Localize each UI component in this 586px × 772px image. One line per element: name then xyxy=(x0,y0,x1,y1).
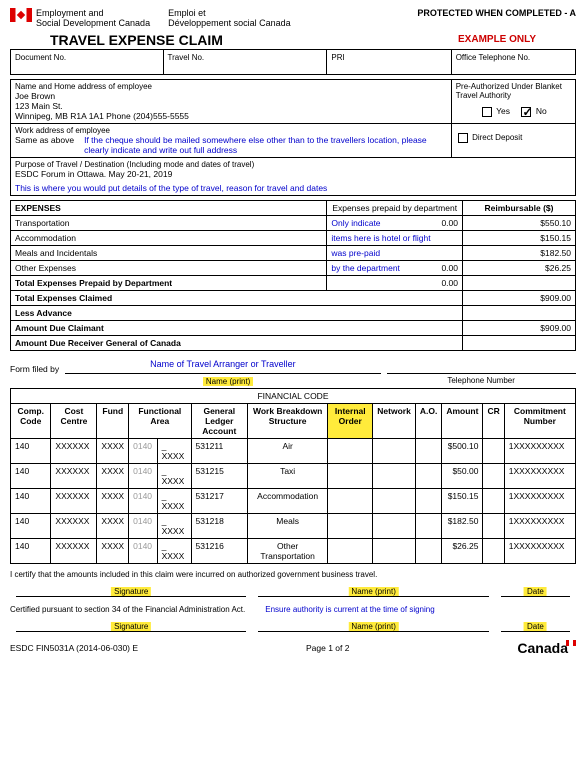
col-wbs: Work Breakdown Structure xyxy=(248,404,328,439)
fin-row: 140XXXXXXXXXX0140_ XXXX531215Taxi$50.001… xyxy=(11,464,576,489)
top-fields: Document No. Travel No. PRI Office Telep… xyxy=(10,49,576,75)
purpose-text: ESDC Forum in Ottawa. May 20-21, 2019 xyxy=(15,169,571,179)
exp-reimb-3: $26.25 xyxy=(462,261,575,276)
emp-name: Joe Brown xyxy=(15,91,447,101)
col-io: Internal Order xyxy=(328,404,373,439)
dd-label: Direct Deposit xyxy=(472,133,522,142)
fin-row: 140XXXXXXXXXX0140_ XXXX531216Other Trans… xyxy=(11,539,576,564)
fin-row: 140XXXXXXXXXX0140_ XXXX531211Air$500.101… xyxy=(11,439,576,464)
col-comp: Comp. Code xyxy=(11,404,51,439)
total-claimed-label: Total Expenses Claimed xyxy=(11,291,463,306)
cert-text: I certify that the amounts included in t… xyxy=(10,570,576,579)
office-tel-label: Office Telephone No. xyxy=(456,53,530,62)
date-2: Date xyxy=(524,622,547,631)
exp-header2: Expenses prepaid by department xyxy=(327,201,463,216)
total-prepaid: 0.00 xyxy=(327,276,463,291)
expenses-table: EXPENSES Expenses prepaid by department … xyxy=(10,200,576,351)
less-advance: Less Advance xyxy=(11,306,463,321)
footer: ESDC FIN5031A (2014-06-030) E Page 1 of … xyxy=(10,640,576,656)
dept-fr-2: Développement social Canada xyxy=(168,18,291,28)
protected-label: PROTECTED WHEN COMPLETED - A xyxy=(417,8,576,18)
exp-row-0: Transportation xyxy=(11,216,327,231)
amt-due-claimant: $909.00 xyxy=(462,321,575,336)
no-checkbox[interactable] xyxy=(521,107,531,117)
dept-en-1: Employment and xyxy=(36,8,150,18)
doc-no-label: Document No. xyxy=(15,53,66,62)
amt-due-rgc: Amount Due Receiver General of Canada xyxy=(11,336,463,351)
cert-row-2: Signature Name (print) Date xyxy=(10,620,576,632)
sig-1: Signature xyxy=(111,587,151,596)
exp-note1: Only indicate xyxy=(331,218,380,228)
col-cn: Commitment Number xyxy=(504,404,575,439)
canada-flag-mini-icon xyxy=(566,640,576,646)
exp-header3: Reimbursable ($) xyxy=(462,201,575,216)
name-1: Name (print) xyxy=(348,587,398,596)
exp-reimb-1: $150.15 xyxy=(462,231,575,246)
purpose-note: This is where you would put details of t… xyxy=(15,183,571,193)
filed-label: Form filed by xyxy=(10,364,59,374)
fin-row: 140XXXXXXXXXX0140_ XXXX531218Meals$182.5… xyxy=(11,514,576,539)
work-same: Same as above xyxy=(15,135,74,155)
col-cost: Cost Centre xyxy=(51,404,97,439)
dd-checkbox[interactable] xyxy=(458,133,468,143)
col-gl: General Ledger Account xyxy=(191,404,248,439)
filed-note: Name of Travel Arranger or Traveller xyxy=(65,359,381,369)
work-label: Work address of employee xyxy=(15,126,447,135)
cert-row-1: Signature Name (print) Date xyxy=(10,585,576,597)
col-net: Network xyxy=(373,404,416,439)
exp-row-1: Accommodation xyxy=(11,231,327,246)
filed-name-print: Name (print) xyxy=(203,377,253,386)
fin-header: FINANCIAL CODE xyxy=(11,389,576,404)
exp-note3: was pre-paid xyxy=(331,248,380,258)
col-fa: Functional Area xyxy=(129,404,191,439)
canada-flag-icon xyxy=(10,8,32,22)
emp-addr2: Winnipeg, MB R1A 1A1 Phone (204)555-5555 xyxy=(15,111,447,121)
financial-table: FINANCIAL CODE Comp. Code Cost Centre Fu… xyxy=(10,388,576,564)
exp-header1: EXPENSES xyxy=(11,201,327,216)
exp-note2: items here is hotel or flight xyxy=(331,233,430,243)
total-prepaid-label: Total Expenses Prepaid by Department xyxy=(11,276,327,291)
date-1: Date xyxy=(524,587,547,596)
preauth-label: Pre-Authorized Under Blanket Travel Auth… xyxy=(456,82,571,100)
employee-block: Name and Home address of employee Joe Br… xyxy=(10,79,576,196)
sig-2: Signature xyxy=(111,622,151,631)
purpose-label: Purpose of Travel / Destination (Includi… xyxy=(15,160,571,169)
filed-tel: Telephone Number xyxy=(386,376,576,386)
col-ao: A.O. xyxy=(415,404,441,439)
exp-note4: by the department xyxy=(331,263,400,273)
dept-fr-1: Emploi et xyxy=(168,8,291,18)
page-number: Page 1 of 2 xyxy=(306,643,349,653)
travel-no-label: Travel No. xyxy=(168,53,205,62)
sec34: Certified pursuant to section 34 of the … xyxy=(10,605,245,614)
exp-reimb-2: $182.50 xyxy=(462,246,575,261)
emp-addr1: 123 Main St. xyxy=(15,101,447,111)
exp-reimb-0: $550.10 xyxy=(462,216,575,231)
work-note: If the cheque should be mailed somewhere… xyxy=(84,135,447,155)
auth-note: Ensure authority is current at the time … xyxy=(265,605,434,614)
form-filed-by: Form filed by Name of Travel Arranger or… xyxy=(10,359,576,374)
yes-checkbox[interactable] xyxy=(482,107,492,117)
col-fund: Fund xyxy=(97,404,129,439)
header: Employment and Social Development Canada… xyxy=(10,8,576,28)
pri-label: PRI xyxy=(331,53,344,62)
col-cr: CR xyxy=(483,404,504,439)
fin-row: 140XXXXXXXXXX0140_ XXXX531217Accommodati… xyxy=(11,489,576,514)
total-claimed: $909.00 xyxy=(462,291,575,306)
col-amt: Amount xyxy=(442,404,483,439)
canada-wordmark: Canada xyxy=(517,640,576,656)
emp-label: Name and Home address of employee xyxy=(15,82,447,91)
form-number: ESDC FIN5031A (2014-06-030) E xyxy=(10,643,138,653)
dept-en-2: Social Development Canada xyxy=(36,18,150,28)
name-2: Name (print) xyxy=(348,622,398,631)
yes-label: Yes xyxy=(496,106,510,116)
exp-row-3: Other Expenses xyxy=(11,261,327,276)
amt-due-claimant-label: Amount Due Claimant xyxy=(11,321,463,336)
exp-row-2: Meals and Incidentals xyxy=(11,246,327,261)
no-label: No xyxy=(536,106,547,116)
